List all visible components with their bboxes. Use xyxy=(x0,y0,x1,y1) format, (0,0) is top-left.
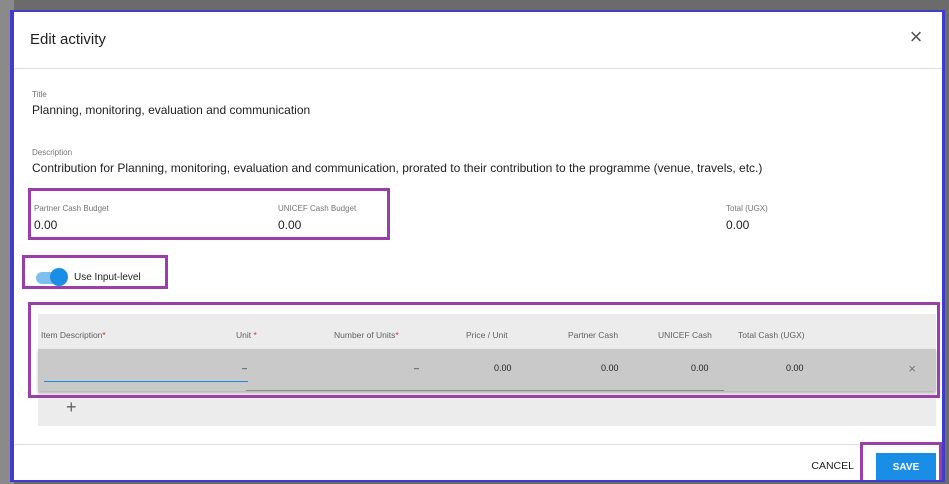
edit-activity-dialog: Edit activity × Title Planning, monitori… xyxy=(10,10,945,482)
total-value: 0.00 xyxy=(726,218,750,232)
items-highlight xyxy=(28,302,940,398)
description-label: Description xyxy=(32,148,73,157)
budget-highlight xyxy=(28,188,390,240)
title-label: Title xyxy=(32,90,47,99)
save-highlight xyxy=(860,442,942,480)
cancel-button[interactable]: CANCEL xyxy=(805,459,860,473)
dialog-title: Edit activity xyxy=(30,31,106,48)
add-item-button[interactable]: + xyxy=(66,398,77,416)
dialog-header: Edit activity × xyxy=(14,12,942,69)
toggle-highlight xyxy=(22,255,168,289)
title-value: Planning, monitoring, evaluation and com… xyxy=(32,103,311,117)
close-icon[interactable]: × xyxy=(904,26,928,50)
total-label: Total (UGX) xyxy=(726,204,768,213)
dialog-footer: CANCEL SAVE xyxy=(14,444,942,480)
description-value: Contribution for Planning, monitoring, e… xyxy=(32,161,763,175)
